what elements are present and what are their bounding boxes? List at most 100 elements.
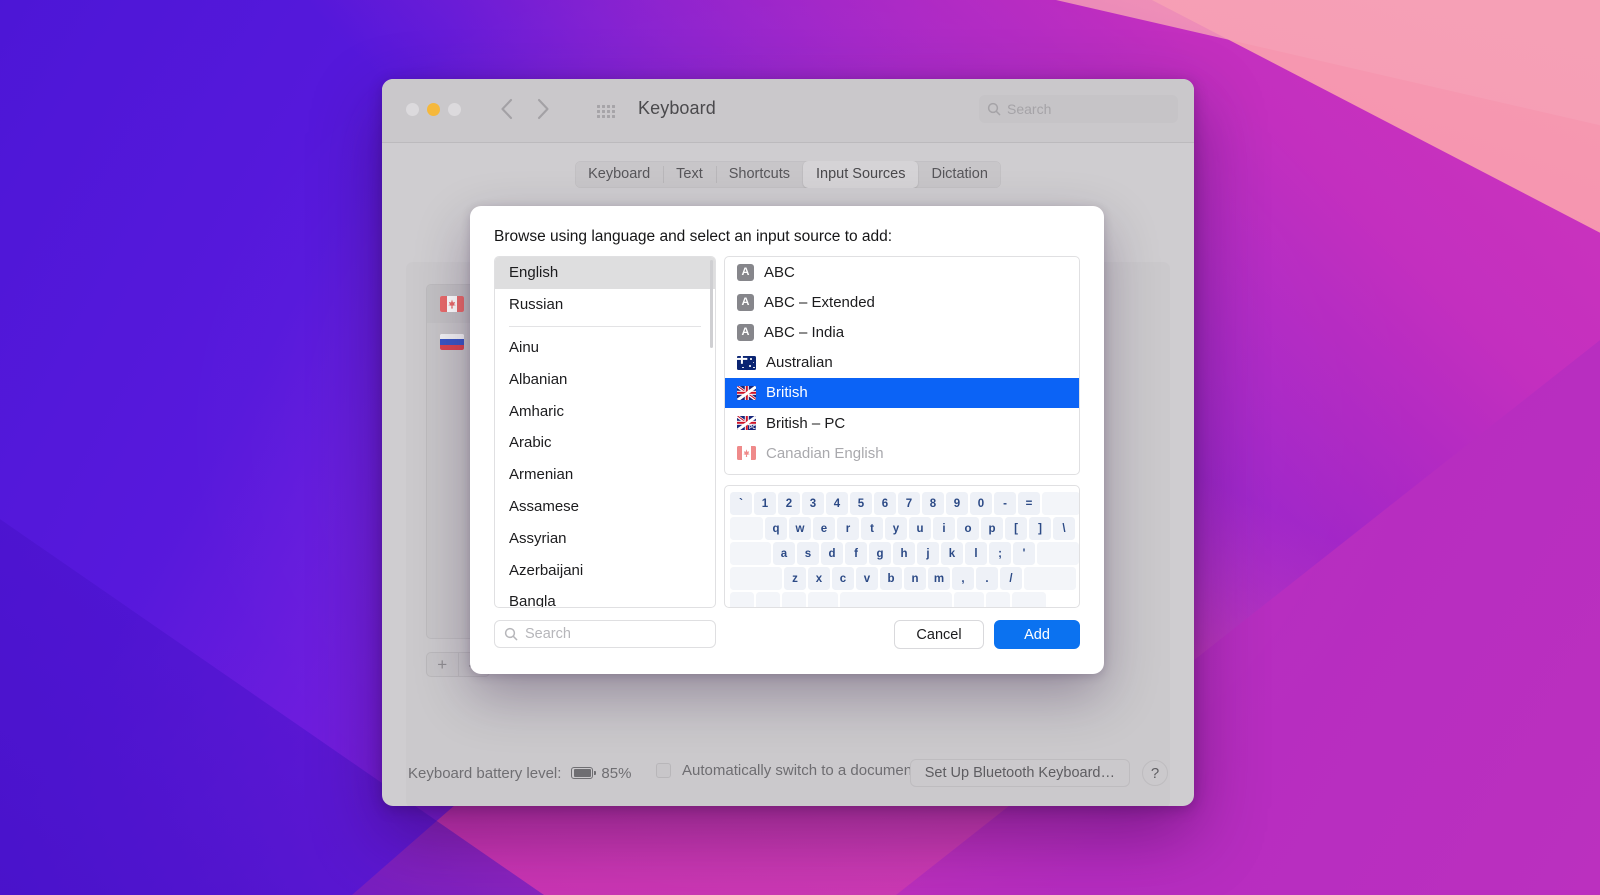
input-source-abc-india[interactable]: A ABC – India [725, 317, 1079, 347]
key-backtick: ` [730, 492, 752, 515]
key-i: i [933, 517, 955, 540]
close-button-icon[interactable] [406, 103, 419, 116]
key-command-right [954, 592, 984, 607]
input-source-british-pc[interactable]: PC British – PC [725, 408, 1079, 438]
show-all-preferences-grid-icon[interactable] [597, 105, 615, 118]
language-item-russian[interactable]: Russian [495, 289, 715, 321]
key-option-left [782, 592, 806, 607]
input-source-british[interactable]: British [725, 377, 1079, 408]
key-z: z [784, 567, 806, 590]
language-item-azerbaijani[interactable]: Azerbaijani [495, 554, 715, 586]
key-return [1037, 542, 1079, 565]
language-item-english[interactable]: English [495, 257, 715, 289]
key-shift-right [1024, 567, 1076, 590]
key-s: s [797, 542, 819, 565]
key-slash: / [1000, 567, 1022, 590]
battery-icon [571, 767, 596, 779]
key-capslock [730, 542, 771, 565]
add-input-source-sheet: Browse using language and select an inpu… [470, 206, 1104, 674]
language-search-placeholder: Search [525, 626, 571, 642]
key-shift-left [730, 567, 782, 590]
input-source-label: British – PC [766, 414, 846, 432]
language-item-assamese[interactable]: Assamese [495, 491, 715, 523]
key-o: o [957, 517, 979, 540]
input-source-abc-extended[interactable]: A ABC – Extended [725, 287, 1079, 317]
traffic-light-buttons[interactable] [406, 103, 461, 116]
help-button[interactable]: ? [1142, 760, 1168, 786]
language-item-bangla[interactable]: Bangla [495, 586, 715, 607]
keyboard-row-home: a s d f g h j k l ; ' [730, 542, 1079, 565]
input-source-canadian-english: Canadian English [725, 438, 1079, 468]
key-f: f [845, 542, 867, 565]
key-0: 0 [970, 492, 992, 515]
key-d: d [821, 542, 843, 565]
key-9: 9 [946, 492, 968, 515]
tabbar-container: Keyboard Text Shortcuts Input Sources Di… [382, 143, 1194, 205]
battery-level-label: Keyboard battery level: [408, 764, 562, 782]
input-source-label: Canadian English [766, 444, 884, 462]
tab-keyboard[interactable]: Keyboard [575, 161, 663, 188]
key-v: v [856, 567, 878, 590]
key-arrows [1012, 592, 1046, 607]
language-item-arabic[interactable]: Arabic [495, 427, 715, 459]
language-item-armenian[interactable]: Armenian [495, 459, 715, 491]
input-source-list[interactable]: A ABC A ABC – Extended A ABC – India Aus… [724, 256, 1080, 475]
language-search-field[interactable]: Search [494, 620, 716, 648]
input-source-label: ABC – India [764, 323, 845, 341]
language-list-scrollbar[interactable] [710, 260, 713, 348]
key-control [756, 592, 780, 607]
key-4: 4 [826, 492, 848, 515]
key-g: g [869, 542, 891, 565]
add-input-source-button[interactable]: + [427, 653, 458, 676]
tab-shortcuts[interactable]: Shortcuts [715, 161, 803, 188]
abc-icon: A [737, 293, 754, 311]
language-list[interactable]: English Russian Ainu Albanian Amharic Ar… [494, 256, 716, 608]
key-q: q [765, 517, 787, 540]
key-1: 1 [754, 492, 776, 515]
input-source-label: ABC – Extended [764, 293, 875, 311]
forward-chevron-icon[interactable] [537, 98, 550, 120]
key-u: u [909, 517, 931, 540]
input-source-abc[interactable]: A ABC [725, 257, 1079, 287]
language-item-amharic[interactable]: Amharic [495, 395, 715, 427]
key-j: j [917, 542, 939, 565]
abc-icon: A [737, 263, 754, 281]
key-minus: - [994, 492, 1016, 515]
preferences-search-field[interactable]: Search [979, 95, 1178, 123]
cancel-button[interactable]: Cancel [894, 620, 984, 649]
language-item-albanian[interactable]: Albanian [495, 363, 715, 395]
key-p: p [981, 517, 1003, 540]
sheet-title: Browse using language and select an inpu… [494, 228, 893, 245]
key-quote: ' [1013, 542, 1035, 565]
preference-tabbar[interactable]: Keyboard Text Shortcuts Input Sources Di… [575, 160, 1001, 188]
key-c: c [832, 567, 854, 590]
language-item-assyrian[interactable]: Assyrian [495, 522, 715, 554]
add-button[interactable]: Add [994, 620, 1080, 649]
window-titlebar: Keyboard Search [382, 79, 1194, 143]
abc-icon: A [737, 323, 754, 341]
tab-input-sources[interactable]: Input Sources [803, 160, 919, 188]
keyboard-row-bottom: z x c v b n m , . / [730, 567, 1076, 590]
key-7: 7 [898, 492, 920, 515]
key-n: n [904, 567, 926, 590]
setup-bluetooth-keyboard-button[interactable]: Set Up Bluetooth Keyboard… [909, 759, 1130, 787]
key-x: x [808, 567, 830, 590]
language-list-separator [509, 325, 701, 327]
input-source-australian[interactable]: Australian [725, 348, 1079, 378]
keyboard-row-numbers: ` 1 2 3 4 5 6 7 8 9 0 - = [730, 492, 1079, 515]
language-item-ainu[interactable]: Ainu [495, 332, 715, 364]
key-e: e [813, 517, 835, 540]
key-bracket-right: ] [1029, 517, 1051, 540]
maximize-button-icon[interactable] [448, 103, 461, 116]
navigation-buttons[interactable] [500, 98, 550, 120]
canada-flag-icon [737, 446, 756, 461]
minimize-button-icon[interactable] [427, 103, 440, 116]
russia-flag-icon [440, 334, 464, 350]
back-chevron-icon[interactable] [500, 98, 513, 120]
tab-dictation[interactable]: Dictation [918, 161, 1000, 188]
key-bracket-left: [ [1005, 517, 1027, 540]
key-delete [1042, 492, 1079, 515]
key-2: 2 [778, 492, 800, 515]
tab-text[interactable]: Text [663, 161, 716, 188]
key-w: w [789, 517, 811, 540]
